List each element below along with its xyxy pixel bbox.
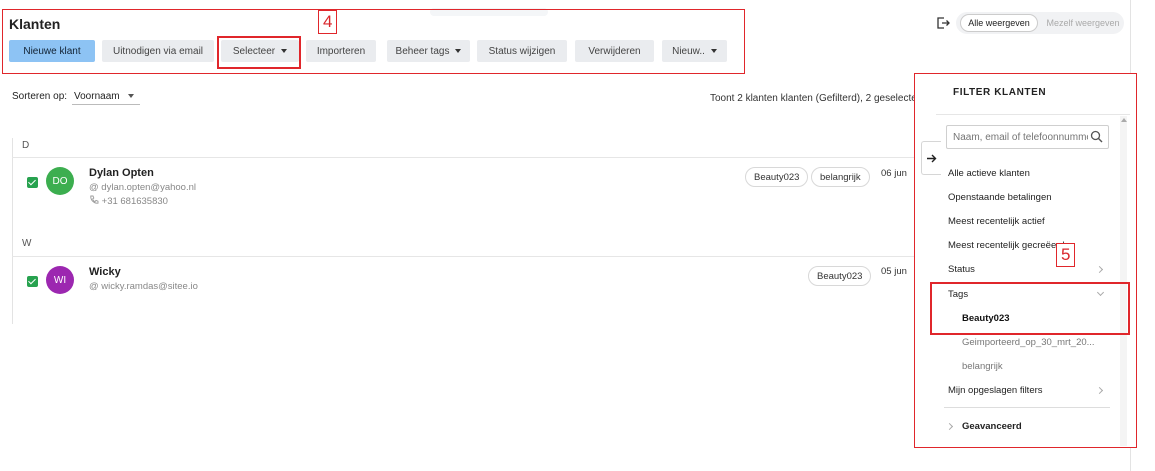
avatar: DO [46,167,74,195]
sort-label: Sorteren op: [12,91,68,102]
tag-chip-belangrijk[interactable]: belangrijk [811,167,870,187]
client-date: 05 jun [881,266,907,277]
phone-icon [90,195,99,204]
annotation-box-filter-panel [914,73,1137,448]
annotation-box-toolbar [2,9,745,74]
sort-select[interactable]: Voornaam [74,91,120,102]
client-phone: +31 681635830 [101,196,168,207]
at-icon: @ [89,281,102,292]
caret-down-icon[interactable] [128,94,134,98]
group-letter: D [22,140,30,151]
client-email-line: @ dylan.opten@yahoo.nl [89,182,196,193]
at-icon: @ [89,182,102,193]
avatar: WI [46,266,74,294]
annotation-box-tags [930,282,1130,335]
client-name[interactable]: Dylan Opten [89,167,154,179]
client-email-line: @ wicky.ramdas@sitee.io [89,281,198,292]
client-name[interactable]: Wicky [89,266,121,278]
client-email: dylan.opten@yahoo.nl [101,182,196,193]
tag-chip-beauty023[interactable]: Beauty023 [745,167,809,187]
results-count: Toont 2 klanten klanten (Gefilterd), 2 g… [710,93,932,104]
client-phone-line: +31 681635830 [89,195,168,207]
tag-chip-beauty023[interactable]: Beauty023 [808,266,872,286]
clients-page: Klanten Nieuwe klant Uitnodigen via emai… [0,0,1155,471]
annotation-box-select [217,36,301,69]
row-checkbox[interactable] [27,177,38,188]
show-all-toggle[interactable]: Alle weergeven [960,14,1038,32]
divider [12,157,916,158]
row-checkbox[interactable] [27,276,38,287]
sort-underline [72,104,140,105]
group-letter: W [22,238,32,249]
list-divider [12,138,13,324]
annotation-number-5: 5 [1056,243,1076,267]
annotation-number-4: 4 [318,10,338,34]
client-email: wicky.ramdas@sitee.io [101,281,198,292]
show-self-toggle[interactable]: Mezelf weergeven [1044,14,1122,32]
divider [12,256,916,257]
client-date: 06 jun [881,168,907,179]
exit-icon[interactable] [936,16,950,30]
